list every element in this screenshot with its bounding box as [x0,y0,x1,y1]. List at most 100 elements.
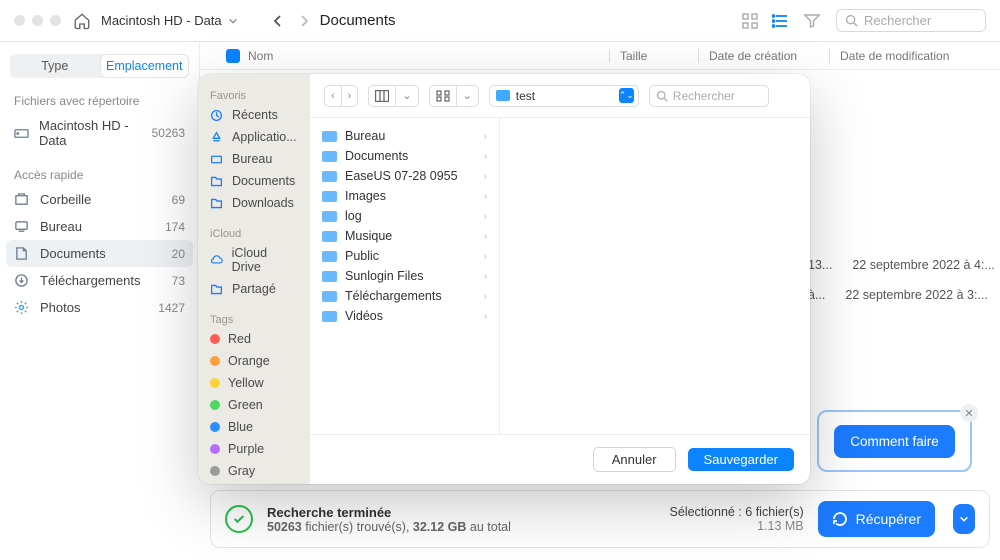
folder-icon [322,211,337,222]
dialog-folder-row[interactable]: Public› [310,246,499,266]
status-text: Recherche terminée 50263 fichier(s) trou… [267,505,511,534]
dialog-fav-récents[interactable]: Récents [198,104,310,126]
recover-button[interactable]: Récupérer [818,501,935,537]
file-row-peek[interactable]: 13... 22 septembre 2022 à 4:... [808,258,995,272]
dialog-tag-orange[interactable]: Orange [198,350,310,372]
cancel-button[interactable]: Annuler [593,447,676,472]
sidebar-drive[interactable]: Macintosh HD - Data 50263 [0,112,199,154]
col-created[interactable]: Date de création [699,49,829,63]
sidebar-icon [14,273,30,288]
dialog-back-button[interactable]: ‹ [325,86,342,106]
chevron-right-icon: › [484,191,487,202]
status-title: Recherche terminée [267,505,511,520]
zoom-dot[interactable] [50,15,61,26]
dialog-fav-bureau[interactable]: Bureau [198,148,310,170]
col-modified[interactable]: Date de modification [830,49,1000,63]
sidebar-drive-count: 50263 [152,126,185,140]
status-bar: Recherche terminée 50263 fichier(s) trou… [210,490,990,548]
dialog-folder-list: Bureau›Documents›EaseUS 07-28 0955›Image… [310,118,500,434]
sidebar-icon [14,246,30,261]
dialog-folder-row[interactable]: log› [310,206,499,226]
dialog-icloud-icloud-drive[interactable]: iCloud Drive [198,242,310,278]
dialog-fav-applicatio...[interactable]: Applicatio... [198,126,310,148]
dialog-nav: ‹ › [324,85,358,107]
drive-selector[interactable]: Macintosh HD - Data [101,13,238,28]
dialog-folder-row[interactable]: EaseUS 07-28 0955› [310,166,499,186]
folder-icon [322,131,337,142]
list-view-icon[interactable] [772,13,788,29]
sidebar-item-téléchargements[interactable]: Téléchargements73 [0,267,199,294]
view-switch [742,13,788,29]
fav-icon [210,175,224,188]
minimize-dot[interactable] [32,15,43,26]
dialog-tag-green[interactable]: Green [198,394,310,416]
dialog-folder-row[interactable]: Téléchargements› [310,286,499,306]
sidebar-item-bureau[interactable]: Bureau174 [0,213,199,240]
dialog-search-input[interactable]: Rechercher [649,85,769,107]
forward-button[interactable] [298,14,310,28]
dialog-view-grid[interactable]: ⌄ [429,85,479,107]
dialog-fav-downloads[interactable]: Downloads [198,192,310,214]
recover-icon [832,511,848,527]
dialog-toolbar: ‹ › ⌄ ⌄ test ⌃⌄ Rechercher [310,74,810,118]
folder-icon [322,231,337,242]
fav-icon [210,197,224,210]
chevron-right-icon: › [484,151,487,162]
file-row-peek[interactable]: à... 22 septembre 2022 à 3:... [808,288,988,302]
search-input[interactable]: Rechercher [836,9,986,32]
dialog-tag-red[interactable]: Red [198,328,310,350]
folder-icon [322,151,337,162]
close-dot[interactable] [14,15,25,26]
tab-location[interactable]: Emplacement [100,54,190,78]
dialog-forward-button[interactable]: › [342,86,358,106]
chevron-right-icon: › [484,171,487,182]
dialog-folder-row[interactable]: Sunlogin Files› [310,266,499,286]
recover-dropdown[interactable] [953,504,975,534]
sidebar-icon [14,192,30,207]
selection-info: Sélectionné : 6 fichier(s) 1.13 MB [670,505,804,533]
dialog-folder-row[interactable]: Musique› [310,226,499,246]
grid-view-icon[interactable] [742,13,758,29]
dialog-folder-row[interactable]: Vidéos› [310,306,499,326]
save-button[interactable]: Sauvegarder [688,448,794,471]
help-button[interactable]: Comment faire [834,425,955,458]
dialog-view-columns[interactable]: ⌄ [368,85,418,107]
close-icon[interactable]: ✕ [960,404,978,422]
dialog-icloud-partagé[interactable]: Partagé [198,278,310,300]
tag-dot-icon [210,466,220,476]
back-button[interactable] [272,14,284,28]
col-name[interactable]: Nom [248,49,273,63]
repo-section-label: Fichiers avec répertoire [0,90,199,112]
sidebar-item-photos[interactable]: Photos1427 [0,294,199,321]
path-label: test [516,89,613,103]
tag-dot-icon [210,400,220,410]
sidebar-item-corbeille[interactable]: Corbeille69 [0,186,199,213]
drive-icon [14,126,29,141]
tab-type[interactable]: Type [10,54,100,78]
col-size[interactable]: Taille [610,49,698,63]
chevron-right-icon: › [484,271,487,282]
dialog-folder-row[interactable]: Bureau› [310,126,499,146]
drive-label: Macintosh HD - Data [101,13,222,28]
fav-icon [210,131,224,144]
filter-icon[interactable] [804,13,820,29]
select-all-checkbox[interactable] [226,49,240,63]
dialog-tag-blue[interactable]: Blue [198,416,310,438]
dialog-tag-yellow[interactable]: Yellow [198,372,310,394]
sidebar-item-documents[interactable]: Documents20 [6,240,193,267]
chevron-down-icon[interactable]: ⌄ [457,86,478,106]
dialog-tag-purple[interactable]: Purple [198,438,310,460]
path-selector[interactable]: test ⌃⌄ [489,85,639,107]
left-sidebar: Type Emplacement Fichiers avec répertoir… [0,42,200,480]
folder-icon [322,291,337,302]
dialog-folder-row[interactable]: Documents› [310,146,499,166]
dialog-folder-row[interactable]: Images› [310,186,499,206]
search-placeholder: Rechercher [864,13,931,28]
fav-icon [210,153,224,166]
chevron-down-icon[interactable]: ⌄ [396,86,417,106]
home-icon[interactable] [73,12,91,30]
dialog-fav-documents[interactable]: Documents [198,170,310,192]
sidebar-icon [14,300,30,315]
dialog-tag-gray[interactable]: Gray [198,460,310,482]
success-icon [225,505,253,533]
